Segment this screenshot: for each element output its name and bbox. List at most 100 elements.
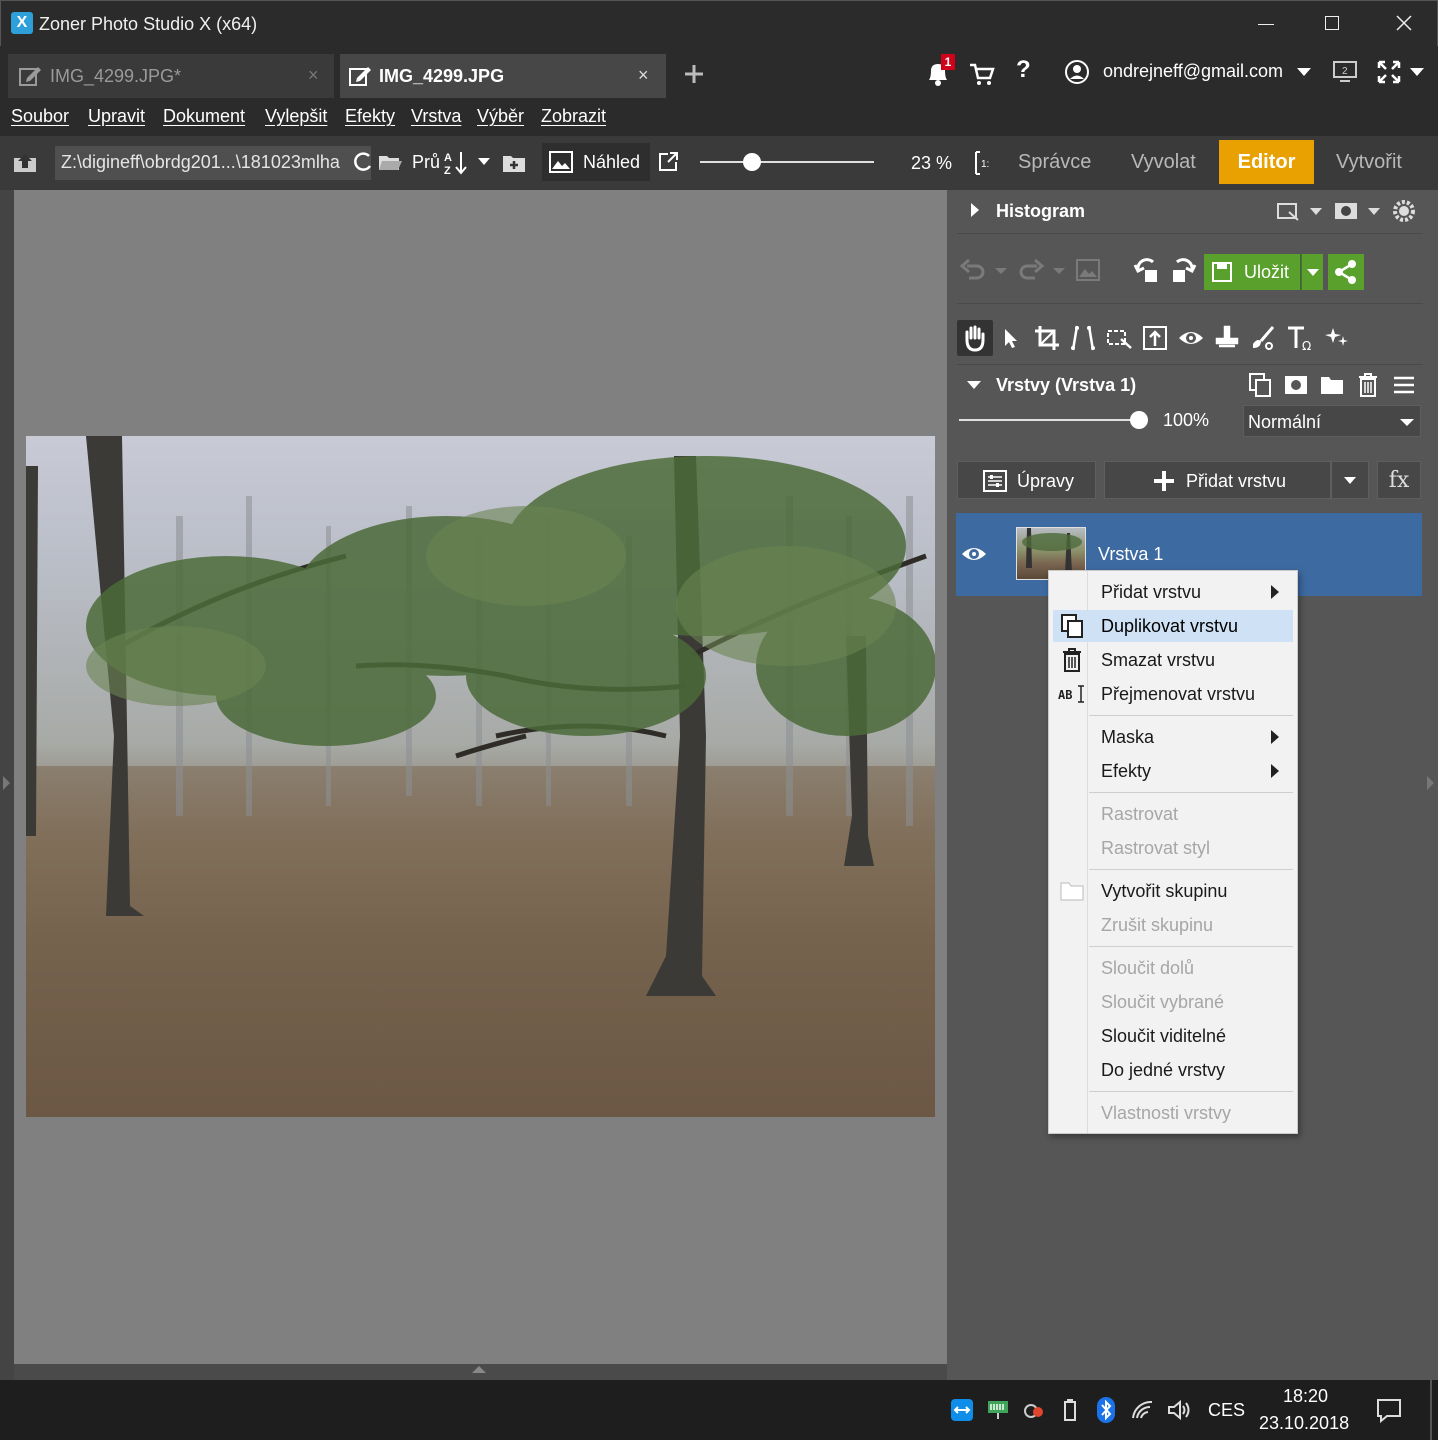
chevron-down-icon[interactable] <box>1053 268 1065 274</box>
clock-date[interactable]: 23.10.2018 <box>1259 1413 1349 1434</box>
clone-stamp-icon[interactable] <box>1213 324 1241 352</box>
folder-up-icon[interactable] <box>12 150 38 176</box>
opacity-slider[interactable] <box>959 410 1149 430</box>
add-mask-icon[interactable] <box>1283 372 1309 398</box>
brush-icon[interactable] <box>1249 324 1277 352</box>
menu-item-flatten[interactable]: Do jedné vrstvy <box>1053 1054 1293 1086</box>
rotate-left-icon[interactable] <box>1133 256 1161 284</box>
hamburger-menu-icon[interactable] <box>1391 372 1417 398</box>
hand-tool-button[interactable] <box>957 320 993 356</box>
history-image-icon[interactable] <box>1075 258 1101 282</box>
straighten-icon[interactable] <box>1141 324 1169 352</box>
expand-bottom-icon[interactable] <box>472 1366 486 1373</box>
layers-header[interactable]: Vrstvy (Vrstva 1) <box>957 364 1423 404</box>
zoom-slider-thumb[interactable] <box>743 153 762 171</box>
close-window-button[interactable] <box>1389 11 1419 37</box>
zoom-slider[interactable] <box>700 152 876 172</box>
monitor-icon[interactable]: 2 <box>1332 59 1358 85</box>
histogram-header[interactable]: Histogram <box>957 190 1423 234</box>
add-layer-dropdown-button[interactable] <box>1331 461 1369 499</box>
save-button[interactable]: Uložit <box>1204 254 1300 290</box>
teamviewer-icon[interactable] <box>950 1398 974 1422</box>
layer-effects-button[interactable]: fx <box>1377 461 1421 499</box>
add-folder-icon[interactable] <box>501 150 527 176</box>
clock-time[interactable]: 18:20 <box>1283 1386 1328 1407</box>
expand-icon[interactable] <box>971 203 979 217</box>
save-dropdown-button[interactable] <box>1301 254 1323 290</box>
perspective-icon[interactable] <box>1069 324 1097 352</box>
open-folder-icon[interactable] <box>377 150 403 176</box>
actual-size-icon[interactable]: 1: <box>972 149 994 177</box>
left-panel-collapsed[interactable] <box>0 190 14 1380</box>
cart-icon[interactable] <box>968 60 996 88</box>
usb-drive-icon[interactable] <box>1058 1398 1082 1422</box>
menu-vrstva[interactable]: Vrstva <box>411 106 461 127</box>
selection-icon[interactable] <box>1105 324 1133 352</box>
undo-icon[interactable] <box>959 258 987 282</box>
menu-item-mask[interactable]: Maska <box>1053 721 1293 753</box>
action-center-icon[interactable] <box>1375 1397 1403 1423</box>
expand-right-icon[interactable] <box>1427 776 1434 790</box>
refresh-icon[interactable] <box>352 150 374 174</box>
menu-vylepsit[interactable]: Vylepšit <box>265 106 327 127</box>
cloud-sync-icon[interactable] <box>1022 1398 1046 1422</box>
minimize-button[interactable] <box>1251 11 1281 37</box>
menu-item-merge-visible[interactable]: Sloučit viditelné <box>1053 1020 1293 1052</box>
menu-item-delete-layer[interactable]: Smazat vrstvu <box>1053 644 1293 676</box>
close-tab-icon[interactable]: × <box>638 65 649 86</box>
menu-item-duplicate-layer[interactable]: Duplikovat vrstvu <box>1053 610 1293 642</box>
wifi-icon[interactable] <box>1130 1398 1156 1422</box>
chevron-down-icon[interactable] <box>1297 68 1311 76</box>
chevron-down-icon[interactable] <box>1310 208 1322 215</box>
bottom-panel-collapsed[interactable] <box>14 1364 947 1380</box>
menu-item-add-layer[interactable]: Přidat vrstvu <box>1053 576 1293 608</box>
network-monitor-icon[interactable] <box>986 1398 1010 1422</box>
pointer-icon[interactable] <box>999 326 1023 350</box>
menu-item-create-group[interactable]: Vytvořit skupinu <box>1053 875 1293 907</box>
chevron-down-icon[interactable] <box>995 268 1007 274</box>
text-tool-icon[interactable]: Ω <box>1285 324 1315 352</box>
mask-view-icon[interactable] <box>1333 200 1359 222</box>
language-indicator[interactable]: CES <box>1208 1400 1245 1421</box>
editor-canvas[interactable] <box>14 190 947 1364</box>
menu-vyber[interactable]: Výběr <box>477 106 524 127</box>
path-field[interactable]: Z:\digineff\obrdg201...\181023mlha <box>55 146 371 180</box>
rotate-right-icon[interactable] <box>1169 256 1197 284</box>
close-tab-icon[interactable]: × <box>308 65 319 86</box>
show-desktop-strip[interactable] <box>1430 1380 1432 1440</box>
help-icon[interactable]: ? <box>1016 56 1031 84</box>
redo-icon[interactable] <box>1017 258 1045 282</box>
menu-item-rename-layer[interactable]: AB Přejmenovat vrstvu <box>1053 678 1293 710</box>
menu-efekty[interactable]: Efekty <box>345 106 395 127</box>
maximize-button[interactable] <box>1317 11 1347 37</box>
menu-dokument[interactable]: Dokument <box>163 106 245 127</box>
account-icon[interactable] <box>1064 59 1090 85</box>
layer-name[interactable]: Vrstva 1 <box>1098 544 1163 565</box>
visibility-eye-icon[interactable] <box>961 543 987 565</box>
crop-view-icon[interactable] <box>1275 200 1301 222</box>
share-button[interactable] <box>1328 254 1364 290</box>
menu-soubor[interactable]: Soubor <box>11 106 69 127</box>
expand-left-icon[interactable] <box>3 776 10 790</box>
chevron-down-icon[interactable] <box>1368 208 1380 215</box>
red-eye-icon[interactable] <box>1177 326 1205 350</box>
chevron-down-icon[interactable] <box>1410 68 1424 76</box>
opacity-slider-thumb[interactable] <box>1130 411 1148 429</box>
duplicate-layer-icon[interactable] <box>1247 372 1273 398</box>
menu-zobrazit[interactable]: Zobrazit <box>541 106 606 127</box>
blend-mode-select[interactable]: Normální <box>1243 405 1421 437</box>
nav-vyvolat[interactable]: Vyvolat <box>1131 140 1196 184</box>
folder-icon[interactable] <box>1319 372 1345 398</box>
menu-upravit[interactable]: Upravit <box>88 106 145 127</box>
volume-icon[interactable] <box>1166 1398 1192 1422</box>
sort-az-icon[interactable]: AZ <box>443 148 469 178</box>
collapse-icon[interactable] <box>967 381 981 389</box>
preview-toggle-button[interactable]: Náhled <box>542 143 650 181</box>
nav-vytvorit[interactable]: Vytvořit <box>1336 140 1402 184</box>
adjustments-button[interactable]: Úpravy <box>957 461 1096 499</box>
trash-icon[interactable] <box>1355 371 1381 399</box>
external-link-icon[interactable] <box>656 150 680 174</box>
menu-item-effects[interactable]: Efekty <box>1053 755 1293 787</box>
fullscreen-icon[interactable] <box>1376 59 1402 85</box>
chevron-down-icon[interactable] <box>478 158 490 165</box>
